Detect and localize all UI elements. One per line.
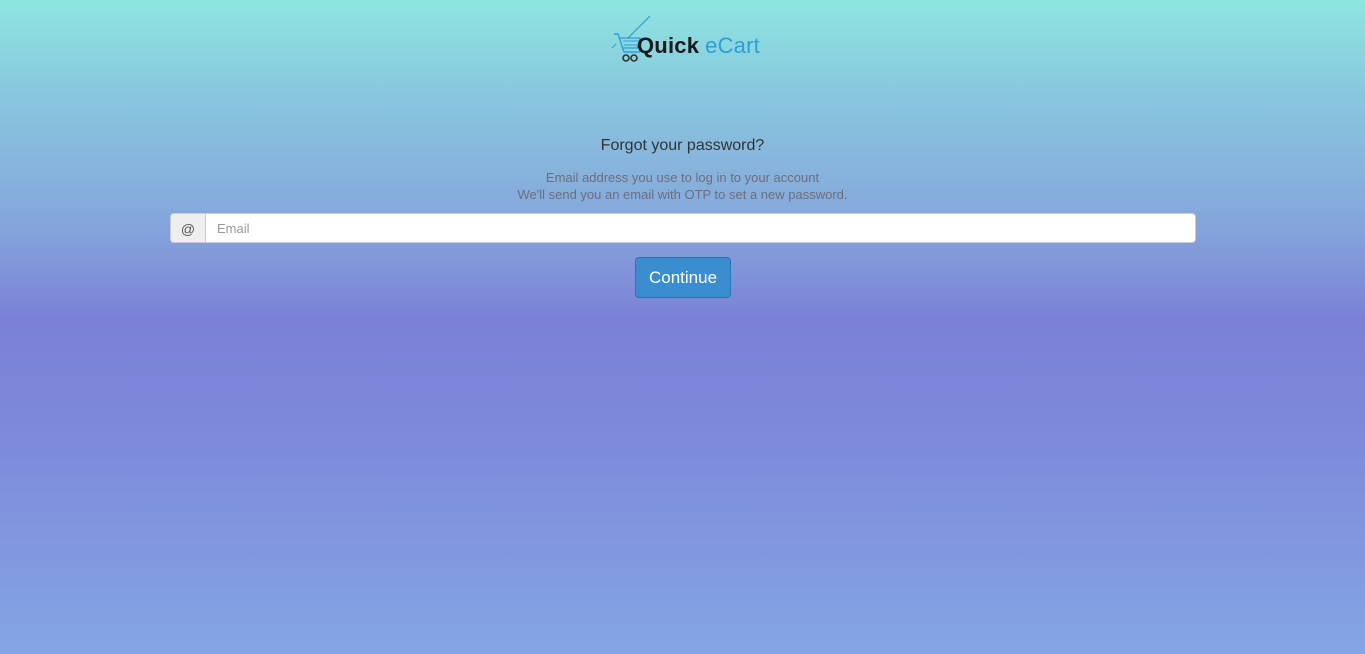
email-input-group: @ — [170, 213, 1196, 243]
quick-ecart-logo[interactable]: Quick eCart — [610, 14, 760, 66]
continue-button[interactable]: Continue — [635, 257, 731, 298]
logo-word-quick: Quick — [637, 33, 700, 58]
logo-wordmark: Quick eCart — [637, 34, 760, 58]
subtitle-line-2: We'll send you an email with OTP to set … — [517, 187, 848, 202]
page-title: Forgot your password? — [600, 137, 765, 154]
email-field[interactable] — [205, 213, 1196, 243]
at-sign-addon: @ — [170, 213, 205, 243]
subtitle-line-1: Email address you use to log in to your … — [545, 170, 820, 185]
logo-word-ecart: eCart — [705, 33, 760, 58]
